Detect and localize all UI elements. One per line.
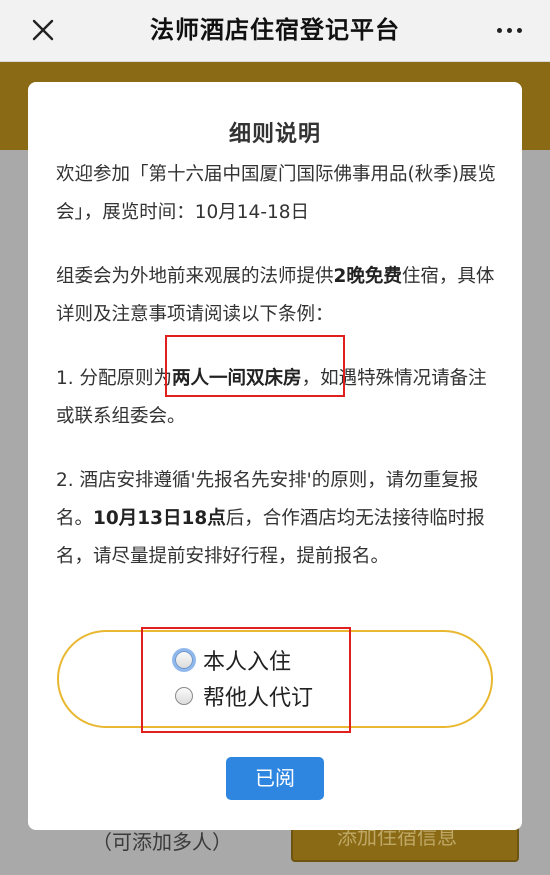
top-nav: 法师酒店住宿登记平台 [0,0,550,62]
free-lodging-paragraph: 组委会为外地前来观展的法师提供2晚免费住宿，具体详则及注意事项请阅读以下条例： [56,266,495,325]
modal-title: 细则说明 [228,122,321,147]
rules-scroll-area[interactable]: 欢迎参加「第十六届中国厦门国际佛事用品(秋季)展览会」，展览时间：10月14-1… [56,156,500,592]
rule-2: 2. 酒店安排遵循'先报名先安排'的原则，请勿重复报名。10月13日18点后，合… [56,470,485,567]
radio-self[interactable] [175,651,193,669]
confirm-button[interactable]: 已阅 [226,757,324,800]
rules-modal: 细则说明 欢迎参加「第十六届中国厦门国际佛事用品(秋季)展览会」，展览时间：10… [28,82,522,830]
more-dots-icon[interactable] [492,15,526,45]
option-self-label: 本人入住 [203,650,292,675]
page-title: 法师酒店住宿登记平台 [150,16,400,44]
option-others-label: 帮他人代订 [203,686,314,711]
intro-paragraph: 欢迎参加「第十六届中国厦门国际佛事用品(秋季)展览会」，展览时间：10月14-1… [56,164,496,223]
add-multiple-hint: （可添加多人） [92,830,232,854]
rule-1-highlight: 两人一间双床房 [172,368,302,389]
radio-others[interactable] [175,687,193,705]
rule-1: 1. 分配原则为两人一间双床房，如遇特殊情况请备注或联系组委会。 [56,368,487,427]
option-others[interactable]: 帮他人代订 [175,680,313,712]
option-self[interactable]: 本人入住 [175,644,291,676]
